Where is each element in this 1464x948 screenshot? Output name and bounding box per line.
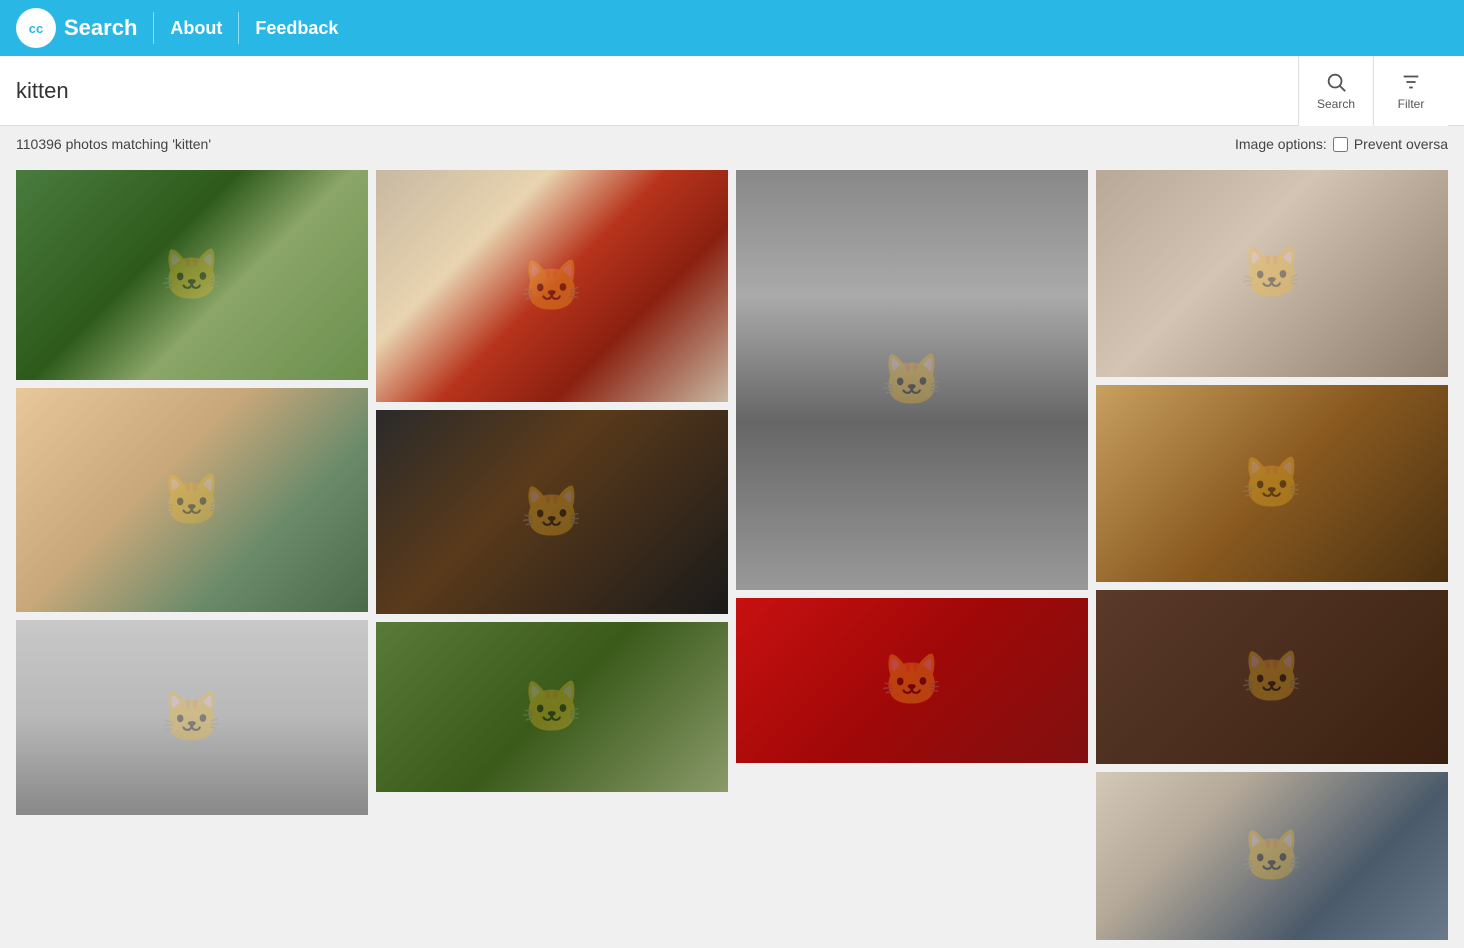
results-bar: 110396 photos matching 'kitten' Image op… (0, 126, 1464, 162)
prevent-overlap-label: Prevent oversa (1354, 136, 1448, 152)
kitten-image-11: 🐱 (376, 622, 728, 792)
kitten-image-8: 🐱 (1096, 385, 1448, 582)
site-header: cc Search About Feedback (0, 0, 1464, 56)
kitten-image-4: 🐱 (1096, 170, 1448, 377)
list-item[interactable]: 🐱 (1096, 385, 1448, 582)
logo-text: Search (64, 15, 137, 41)
list-item[interactable]: 🐱 (1096, 772, 1448, 940)
kitten-image-1: 🐱 (16, 170, 368, 380)
list-item[interactable]: 🐱 (16, 620, 368, 815)
kitten-image-2: 🐱 (376, 170, 728, 402)
list-item[interactable]: 🐱 (16, 388, 368, 612)
logo-link[interactable]: cc Search (16, 8, 137, 48)
list-item[interactable]: 🐱 (376, 410, 728, 614)
list-item[interactable]: 🐱 (736, 598, 1088, 763)
kitten-image-3: 🐱 (736, 170, 1088, 590)
header-divider-2 (238, 12, 239, 44)
image-options: Image options: Prevent oversa (1235, 136, 1448, 152)
kitten-image-10: 🐱 (736, 598, 1088, 763)
filter-icon (1400, 71, 1422, 93)
filter-button[interactable]: Filter (1373, 56, 1448, 126)
kitten-image-5: 🐱 (16, 388, 368, 612)
feedback-link[interactable]: Feedback (255, 18, 338, 39)
list-item[interactable]: 🐱 (1096, 590, 1448, 764)
search-actions: Search Filter (1298, 56, 1448, 126)
search-bar: Search Filter (0, 56, 1464, 126)
list-item[interactable]: 🐱 (376, 622, 728, 792)
about-link[interactable]: About (170, 18, 222, 39)
list-item[interactable]: 🐱 (736, 170, 1088, 590)
search-input[interactable] (16, 78, 1298, 104)
results-count: 110396 photos matching 'kitten' (16, 136, 211, 152)
kitten-image-9: 🐱 (1096, 590, 1448, 764)
kitten-image-6: 🐱 (376, 410, 728, 614)
image-options-label: Image options: (1235, 136, 1327, 152)
search-icon (1325, 71, 1347, 93)
list-item[interactable]: 🐱 (1096, 170, 1448, 377)
kitten-image-7: 🐱 (16, 620, 368, 815)
header-divider (153, 12, 154, 44)
list-item[interactable]: 🐱 (376, 170, 728, 402)
prevent-overlap-checkbox[interactable] (1333, 137, 1348, 152)
cc-logo-icon: cc (16, 8, 56, 48)
search-button[interactable]: Search (1298, 56, 1373, 126)
kitten-image-12: 🐱 (1096, 772, 1448, 940)
list-item[interactable]: 🐱 (16, 170, 368, 380)
image-grid: 🐱 🐱 🐱 🐱 🐱 🐱 🐱 🐱 (0, 162, 1464, 948)
